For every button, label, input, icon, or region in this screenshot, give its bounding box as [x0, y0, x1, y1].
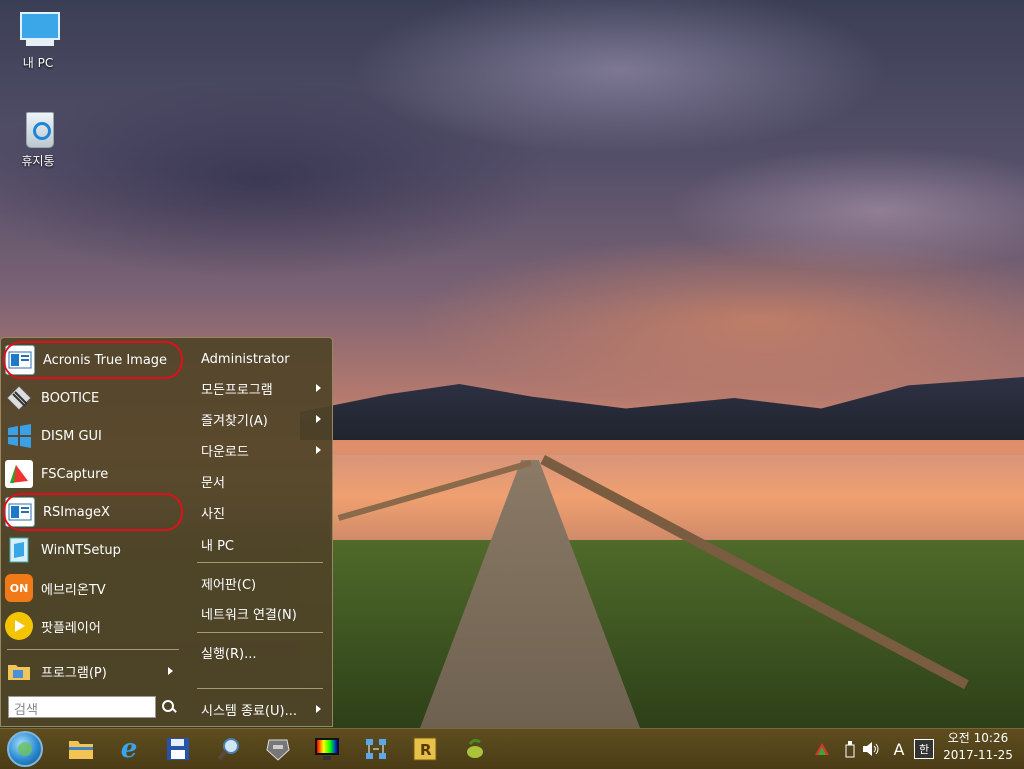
windows-flag-icon	[5, 422, 33, 450]
start-item-label: DISM GUI	[41, 428, 102, 444]
save-floppy-icon[interactable]	[163, 734, 193, 764]
start-right-label: 실행(R)...	[201, 646, 257, 662]
desktop-icon-label: 내 PC	[22, 56, 54, 70]
start-item-rsimagex[interactable]: RSImageX	[3, 493, 183, 531]
start-right-control-panel[interactable]: 제어판(C)	[201, 570, 329, 596]
start-item-label: 팟플레이어	[41, 620, 101, 636]
start-search-input[interactable]: 검색	[8, 696, 156, 718]
start-item-everyon-tv[interactable]: ON 에브리온TV	[5, 571, 181, 605]
start-item-programs[interactable]: 프로그램(P)	[5, 657, 181, 685]
network-tool-icon[interactable]	[361, 734, 391, 764]
start-menu-right-panel: Administrator 모든프로그램 즐겨찾기(A) 다운로드 문서 사진 …	[189, 338, 332, 726]
rsimagex-icon	[5, 497, 35, 527]
system-tray: A 한	[812, 729, 934, 769]
search-magnifier-icon[interactable]	[214, 734, 244, 764]
clock-date: 2017-11-25	[943, 748, 1013, 762]
start-menu-pinned-list: Acronis True Image BOOTICE DISM GUI FSCa…	[1, 338, 187, 726]
start-item-acronis[interactable]: Acronis True Image	[3, 341, 183, 379]
chevron-right-icon	[316, 384, 321, 392]
color-monitor-icon[interactable]	[312, 734, 342, 764]
start-item-label: WinNTSetup	[41, 542, 121, 558]
start-right-favorites[interactable]: 즐겨찾기(A)	[201, 406, 329, 432]
start-right-run[interactable]: 실행(R)...	[201, 639, 329, 665]
start-right-documents[interactable]: 문서	[201, 468, 329, 494]
start-right-user[interactable]: Administrator	[201, 346, 329, 372]
start-right-pictures[interactable]: 사진	[201, 499, 329, 525]
start-menu-divider	[197, 632, 323, 633]
search-icon[interactable]	[159, 698, 179, 718]
clock[interactable]: 오전 10:26 2017-11-25	[938, 730, 1018, 764]
notification-tray-icon[interactable]	[812, 742, 832, 756]
start-right-label: 문서	[201, 475, 225, 491]
r-app-icon[interactable]: R	[410, 734, 440, 764]
start-item-dism-gui[interactable]: DISM GUI	[5, 419, 181, 453]
start-item-label: BOOTICE	[41, 390, 100, 406]
folder-icon	[5, 659, 33, 683]
start-menu-divider	[197, 688, 323, 689]
acronis-icon	[5, 345, 35, 375]
fscapture-icon	[5, 460, 33, 488]
start-item-label: Acronis True Image	[43, 352, 168, 368]
bootice-icon	[5, 384, 33, 412]
olive-app-icon[interactable]	[460, 734, 490, 764]
start-right-label: 사진	[201, 506, 225, 522]
internet-explorer-icon[interactable]: e	[114, 734, 144, 764]
usb-drive-icon[interactable]	[840, 740, 860, 758]
chevron-right-icon	[316, 705, 321, 713]
svg-text:R: R	[420, 741, 432, 759]
transformer-app-icon[interactable]	[263, 734, 293, 764]
start-right-label: 다운로드	[201, 444, 249, 460]
volume-icon[interactable]	[860, 741, 882, 757]
start-item-label: FSCapture	[41, 466, 109, 482]
start-right-shutdown[interactable]: 시스템 종료(U)...	[201, 696, 329, 722]
start-right-label: 모든프로그램	[201, 382, 273, 398]
start-button[interactable]	[7, 731, 43, 767]
start-item-label: RSImageX	[43, 504, 110, 520]
potplayer-icon	[5, 612, 33, 640]
start-menu-divider	[7, 649, 179, 650]
start-item-label: 에브리온TV	[41, 582, 106, 598]
start-right-downloads[interactable]: 다운로드	[201, 437, 329, 463]
start-right-label: 즐겨찾기(A)	[201, 413, 268, 429]
start-item-winntsetup[interactable]: WinNTSetup	[5, 533, 181, 567]
ime-indicator-label: 한	[918, 743, 930, 756]
winntsetup-icon	[5, 536, 33, 564]
clock-time: 오전 10:26	[947, 731, 1009, 745]
desktop-icon-my-pc[interactable]: 내 PC	[8, 8, 68, 71]
desktop-icon-label: 휴지통	[21, 154, 55, 168]
start-search-placeholder: 검색	[14, 703, 38, 718]
start-right-my-pc[interactable]: 내 PC	[201, 531, 329, 557]
ime-indicator[interactable]: 한	[914, 739, 934, 759]
recycle-bin-icon	[16, 106, 60, 150]
desktop-icon-recycle-bin[interactable]: 휴지통	[8, 106, 68, 169]
start-item-fscapture[interactable]: FSCapture	[5, 457, 181, 491]
start-right-label: 제어판(C)	[201, 577, 257, 593]
start-item-potplayer[interactable]: 팟플레이어	[5, 609, 181, 643]
start-right-label: Administrator	[201, 351, 290, 367]
start-item-label: 프로그램(P)	[41, 665, 107, 681]
chevron-right-icon	[316, 415, 321, 423]
start-menu: Acronis True Image BOOTICE DISM GUI FSCa…	[0, 337, 333, 727]
taskbar: e R A 한 오전 10:26 2017-11-25	[0, 728, 1024, 769]
start-right-label: 네트워크 연결(N)	[201, 607, 297, 623]
everyon-tv-icon: ON	[5, 574, 33, 602]
computer-icon	[16, 8, 60, 52]
start-right-label: 내 PC	[201, 538, 235, 554]
input-mode-indicator[interactable]: A	[888, 740, 910, 759]
start-right-label: 시스템 종료(U)...	[201, 703, 297, 719]
start-right-network[interactable]: 네트워크 연결(N)	[201, 600, 329, 626]
start-menu-divider	[197, 562, 323, 563]
start-right-all-programs[interactable]: 모든프로그램	[201, 375, 329, 401]
chevron-right-icon	[168, 667, 173, 675]
chevron-right-icon	[316, 446, 321, 454]
file-explorer-icon[interactable]	[66, 734, 96, 764]
start-item-bootice[interactable]: BOOTICE	[5, 381, 181, 415]
